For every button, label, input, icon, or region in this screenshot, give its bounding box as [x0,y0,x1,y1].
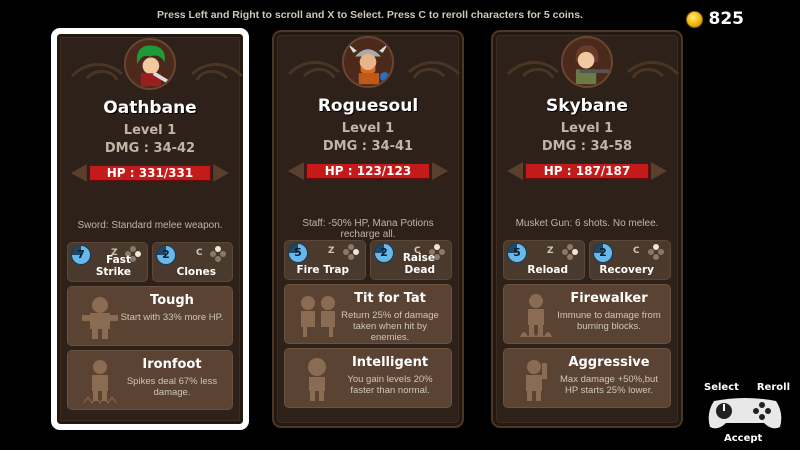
trait-title: Firewalker [570,291,648,306]
character-damage: DMG : 34-41 [322,139,414,154]
trait-aggressive: Aggressive Max damage +50%,but HP starts… [503,348,671,408]
skill-fast-strike: 7 Z Fast Strike [67,242,148,282]
skill-label: Fast Strike [95,254,131,278]
skill-label: Fire Trap [296,264,349,276]
skill-cooldown: 5 [294,246,302,259]
trait-intelligent: Intelligent You gain levels 20% faster t… [284,348,452,408]
trait-description: Start with 33% more HP. [120,312,224,323]
button-dots-icon [210,246,226,262]
character-card-skybane[interactable]: Skybane Level 1 DMG : 34-58 HP : 187/187… [491,30,683,428]
skill-raise-dead: 2 C Raise Dead [370,240,452,280]
trait-description: Immune to damage from burning blocks. [557,310,661,332]
skill-fire-trap: 5 Z Fire Trap [284,240,366,280]
hp-text: HP : 331/331 [106,166,194,180]
skill-reload: 5 Z Reload [503,240,585,280]
character-portrait [342,36,394,88]
hp-text: HP : 187/187 [543,164,631,178]
skill-label: Reload [527,264,568,276]
trait-tough: Tough Start with 33% more HP. [67,286,233,346]
character-card-oathbane[interactable]: Oathbane Level 1 DMG : 34-42 HP : 331/33… [51,28,249,430]
character-portrait [561,36,613,88]
button-dots-icon [562,244,578,260]
skill-key: C [196,248,203,258]
trait-title: Ironfoot [142,357,202,372]
trait-description: Return 25% of damage taken when hit by e… [341,310,439,343]
reroll-hint: Reroll [756,382,790,393]
character-level: Level 1 [123,123,177,138]
select-hint: Select [704,382,739,393]
character-damage: DMG : 34-42 [104,141,196,156]
trait-title: Tough [150,293,194,308]
character-name: Roguesoul [317,96,419,116]
character-portrait [124,38,176,90]
button-dots-icon [343,244,359,260]
skill-clones: 2 C Clones [152,242,233,282]
skill-label: Recovery [599,264,654,276]
trait-title: Tit for Tat [354,291,426,306]
skill-key: C [633,246,640,256]
skill-key: Z [328,246,335,256]
trait-description: You gain levels 20% faster than normal. [347,374,433,396]
coin-count: 825 [708,9,745,29]
trait-title: Aggressive [568,355,650,370]
skill-label: Clones [176,266,216,278]
character-level: Level 1 [341,121,395,136]
instructions-text: Press Left and Right to scroll and X to … [157,9,583,21]
weapon-description: Musket Gun: 6 shots. No melee. [515,218,659,229]
hp-bar: HP : 123/123 [288,160,448,182]
character-name: Oathbane [103,98,197,118]
gamepad-icon [708,398,782,429]
character-name: Skybane [546,96,628,116]
skill-recovery: 2 C Recovery [589,240,671,280]
hp-bar: HP : 187/187 [507,160,667,182]
button-dots-icon [648,244,664,260]
skill-cooldown: 5 [513,246,521,259]
trait-ironfoot: Ironfoot Spikes deal 67% less damage. [67,350,233,410]
skill-key: Z [547,246,554,256]
coin-icon [685,10,703,28]
accept-hint: Accept [724,433,763,444]
skill-label: Raise Dead [402,252,435,276]
hp-text: HP : 123/123 [324,164,412,178]
weapon-description: Sword: Standard melee weapon. [77,220,223,231]
trait-description: Spikes deal 67% less damage. [126,376,218,398]
character-card-roguesoul[interactable]: Roguesoul Level 1 DMG : 34-41 HP : 123/1… [272,30,464,428]
character-damage: DMG : 34-58 [541,139,633,154]
trait-description: Max damage +50%,but HP starts 25% lower. [560,374,658,396]
trait-title: Intelligent [351,355,429,370]
trait-firewalker: Firewalker Immune to damage from burning… [503,284,671,344]
skill-cooldown: 2 [599,246,607,259]
coin-counter: 825 [685,9,745,29]
trait-tit-for-tat: Tit for Tat Return 25% of damage taken w… [284,284,452,344]
character-level: Level 1 [560,121,614,136]
hp-bar: HP : 331/331 [71,162,229,184]
skill-cooldown: 2 [162,248,170,261]
controller-hints: Select Reroll Accept [700,382,790,444]
weapon-description: Staff: -50% HP, Mana Potions recharge al… [302,218,434,240]
